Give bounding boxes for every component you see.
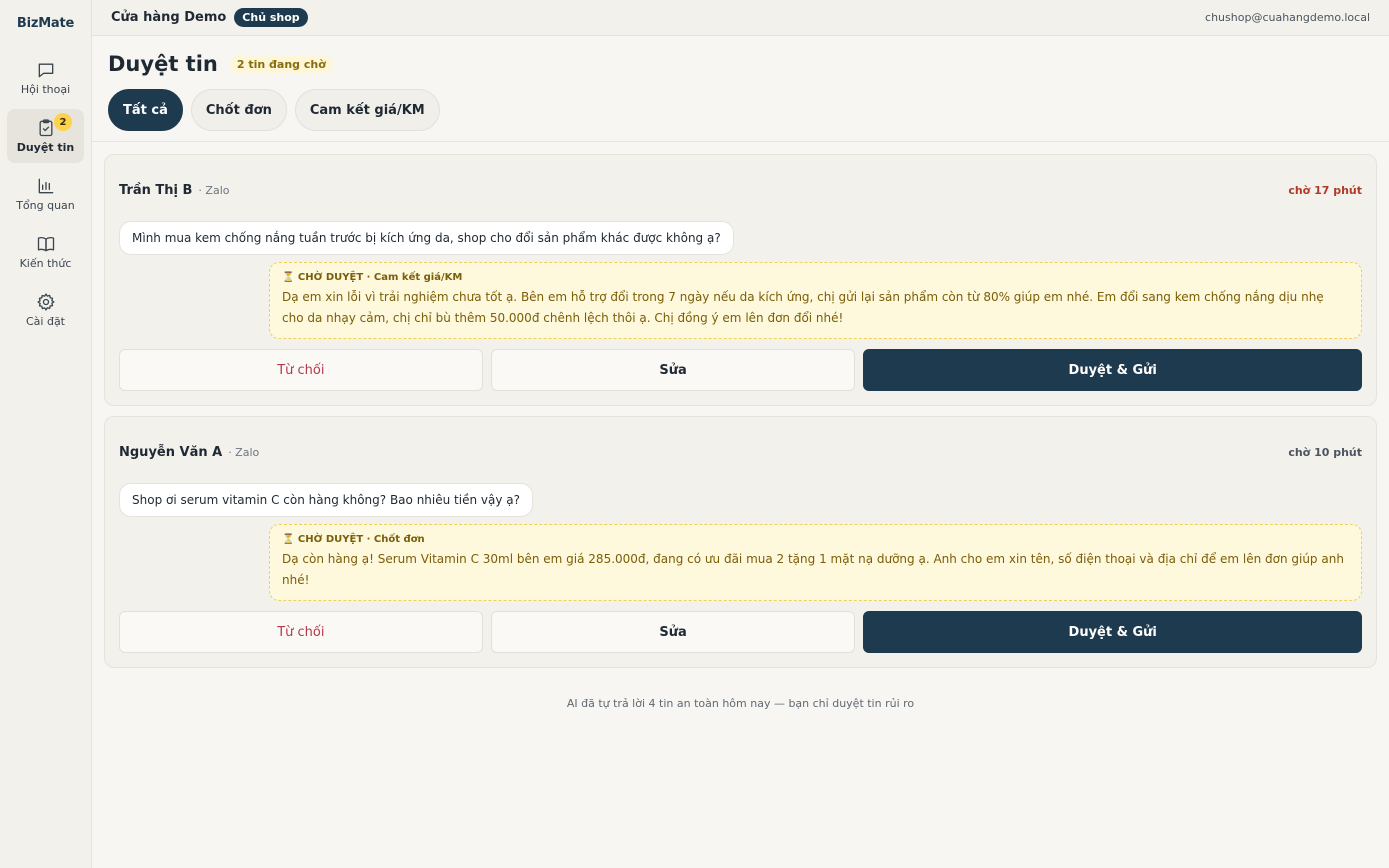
ai-draft-reply: ⏳ CHỜ DUYỆT · Cam kết giá/KM Dạ em xin l… xyxy=(269,262,1362,339)
page-header: Duyệt tin 2 tin đang chờ Tất cả Chốt đơn… xyxy=(92,36,1389,142)
customer-name: Nguyễn Văn A xyxy=(119,444,223,460)
page-title: Duyệt tin xyxy=(108,52,218,76)
channel-label: · Zalo xyxy=(198,183,230,197)
user-email: chushop@cuahangdemo.local xyxy=(1205,11,1370,24)
tab-price-promo[interactable]: Cam kết giá/KM xyxy=(294,89,440,131)
draft-status-tag: ⏳ CHỜ DUYỆT · Chốt đơn xyxy=(282,534,425,545)
shop-info: Cửa hàng Demo Chủ shop xyxy=(111,8,308,27)
customer-message: Mình mua kem chống nắng tuần trước bị kí… xyxy=(119,221,734,255)
footer-note: AI đã tự trả lời 4 tin an toàn hôm nay —… xyxy=(566,697,915,710)
wait-time: chờ 10 phút xyxy=(1288,445,1362,459)
clipboard-check-icon xyxy=(39,119,52,137)
edit-button[interactable]: Sửa xyxy=(490,611,856,653)
reject-button[interactable]: Từ chối xyxy=(119,611,483,653)
sidebar-item-label: Hội thoại xyxy=(20,83,71,96)
tab-all[interactable]: Tất cả xyxy=(108,89,183,131)
pending-count-badge: 2 xyxy=(54,113,72,131)
approve-send-button[interactable]: Duyệt & Gửi xyxy=(863,611,1362,653)
review-list: Trần Thị B · Zalo chờ 17 phút Mình mua k… xyxy=(0,142,1389,678)
shop-name: Cửa hàng Demo xyxy=(111,10,227,25)
customer-message: Shop ơi serum vitamin C còn hàng không? … xyxy=(119,483,533,517)
ai-draft-reply: ⏳ CHỜ DUYỆT · Chốt đơn Dạ còn hàng ạ! Se… xyxy=(269,524,1362,601)
filter-tabs: Tất cả Chốt đơn Cam kết giá/KM xyxy=(108,89,1373,131)
review-card: Trần Thị B · Zalo chờ 17 phút Mình mua k… xyxy=(104,154,1377,406)
role-badge: Chủ shop xyxy=(234,8,308,27)
review-card: Nguyễn Văn A · Zalo chờ 10 phút Shop ơi … xyxy=(104,416,1377,668)
pending-count-pill: 2 tin đang chờ xyxy=(229,54,333,74)
approve-send-button[interactable]: Duyệt & Gửi xyxy=(863,349,1362,391)
draft-text: Dạ còn hàng ạ! Serum Vitamin C 30ml bên … xyxy=(282,552,1344,587)
draft-status-tag: ⏳ CHỜ DUYỆT · Cam kết giá/KM xyxy=(282,272,463,283)
sidebar-item-conversations[interactable]: Hội thoại xyxy=(7,51,84,105)
edit-button[interactable]: Sửa xyxy=(490,349,856,391)
topbar: Cửa hàng Demo Chủ shop chushop@cuahangde… xyxy=(92,0,1389,36)
draft-text: Dạ em xin lỗi vì trải nghiệm chưa tốt ạ.… xyxy=(282,290,1324,325)
channel-label: · Zalo xyxy=(228,445,260,459)
brand-logo: BizMate xyxy=(16,16,75,31)
reject-button[interactable]: Từ chối xyxy=(119,349,483,391)
customer-name: Trần Thị B xyxy=(119,182,193,198)
wait-time: chờ 17 phút xyxy=(1288,183,1362,197)
tab-close-order[interactable]: Chốt đơn xyxy=(190,89,287,131)
chat-icon xyxy=(38,63,53,78)
